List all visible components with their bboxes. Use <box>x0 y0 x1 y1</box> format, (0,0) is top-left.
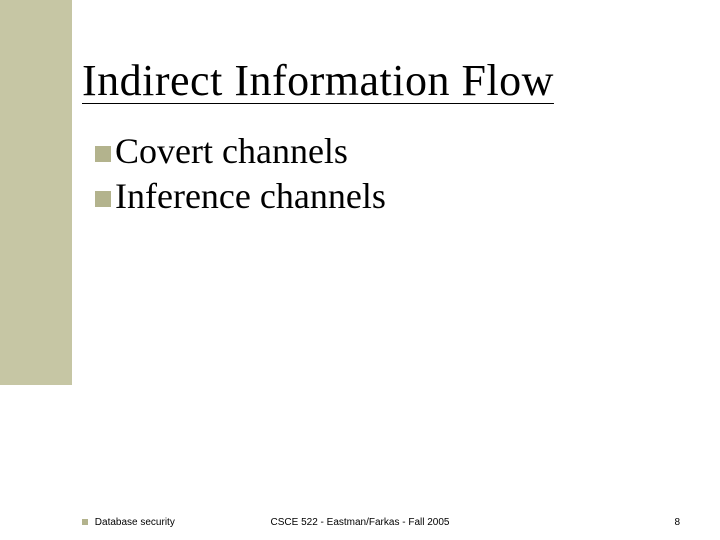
title-area: Indirect Information Flow <box>82 55 687 106</box>
page-number: 8 <box>674 517 680 528</box>
slide-title: Indirect Information Flow <box>82 55 687 106</box>
decorative-sidebar <box>0 0 72 385</box>
bullet-text: Inference channels <box>115 175 386 218</box>
bullet-text: Covert channels <box>115 130 348 173</box>
body-area: Covert channels Inference channels <box>95 130 655 220</box>
list-item: Covert channels <box>95 130 655 173</box>
square-bullet-icon <box>95 146 111 162</box>
footer-center-text: CSCE 522 - Eastman/Farkas - Fall 2005 <box>0 517 720 528</box>
list-item: Inference channels <box>95 175 655 218</box>
square-bullet-icon <box>95 191 111 207</box>
